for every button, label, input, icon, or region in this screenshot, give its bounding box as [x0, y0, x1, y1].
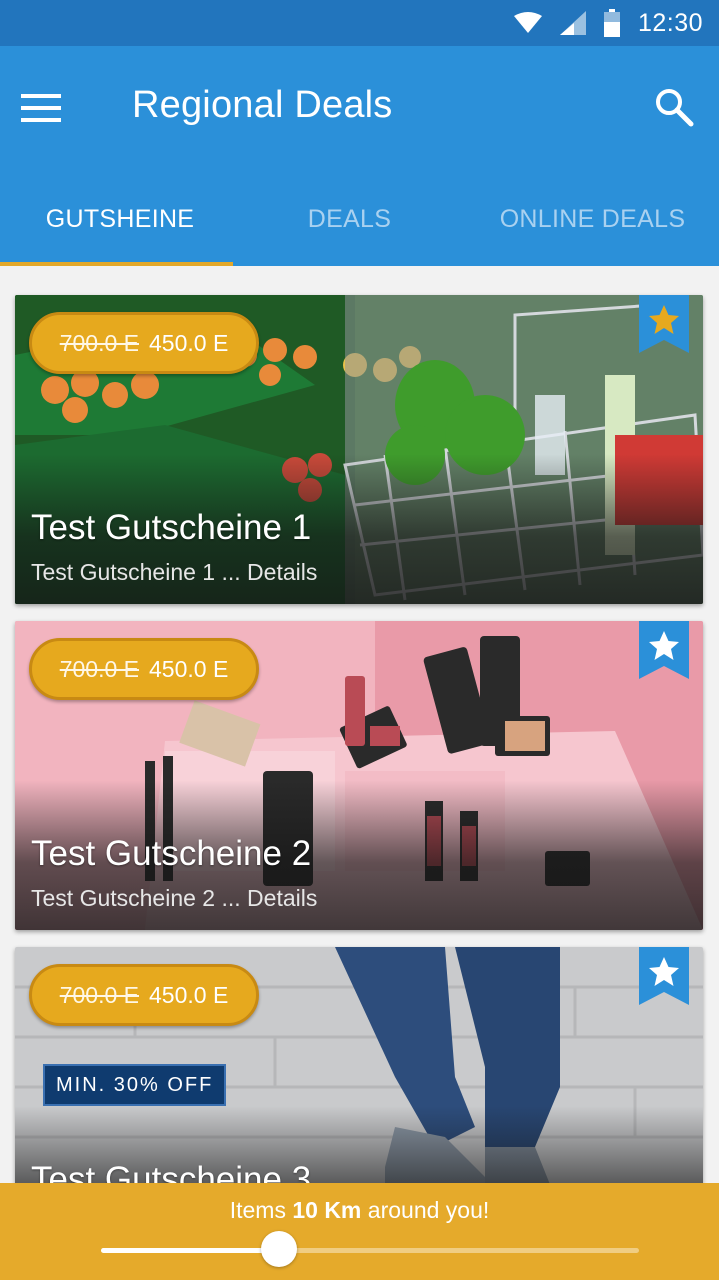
card-subtitle: Test Gutscheine 2 ... Details: [31, 885, 318, 911]
card-title: Test Gutscheine 1: [31, 508, 312, 547]
radius-bar: Items 10 Km around you!: [0, 1183, 719, 1280]
battery-icon: [603, 9, 620, 37]
radius-distance: 10 Km: [292, 1197, 362, 1223]
price-pill: 700.0 E 450.0 E: [29, 312, 259, 374]
old-price: 700.0 E: [59, 329, 139, 356]
favorite-bookmark-icon[interactable]: [639, 947, 689, 1005]
card-subtitle: Test Gutscheine 1 ... Details: [31, 559, 318, 585]
card-title: Test Gutscheine 2: [31, 834, 312, 873]
favorite-bookmark-icon[interactable]: [639, 295, 689, 353]
clock: 12:30: [637, 8, 703, 37]
radius-slider-thumb[interactable]: [260, 1231, 297, 1267]
deals-feed[interactable]: 700.0 E 450.0 E Test Gutscheine 1 Test G…: [0, 266, 719, 1280]
page-title: Regional Deals: [132, 84, 393, 126]
new-price: 450.0 E: [149, 329, 229, 356]
favorite-bookmark-icon[interactable]: [639, 621, 689, 679]
deal-card[interactable]: 700.0 E 450.0 E Test Gutscheine 1 Test G…: [15, 295, 703, 604]
radius-text-prefix: Items: [229, 1197, 293, 1223]
menu-icon[interactable]: [14, 82, 68, 134]
new-price: 450.0 E: [149, 981, 229, 1008]
status-icons: 12:30: [513, 8, 703, 38]
discount-badge: MIN. 30% OFF: [43, 1064, 227, 1106]
tab-deals[interactable]: DEALS: [233, 176, 466, 262]
status-bar: 12:30: [0, 0, 719, 46]
price-pill: 700.0 E 450.0 E: [29, 964, 259, 1026]
new-price: 450.0 E: [149, 655, 229, 682]
search-icon[interactable]: [647, 80, 701, 134]
tab-gutsheine[interactable]: GUTSHEINE: [0, 176, 240, 262]
tab-bar: GUTSHEINE DEALS ONLINE DEALS: [0, 176, 719, 266]
signal-icon: [559, 11, 586, 35]
deal-card[interactable]: 700.0 E 450.0 E Test Gutscheine 2 Test G…: [15, 621, 703, 930]
tab-online-deals[interactable]: ONLINE DEALS: [466, 176, 719, 262]
radius-slider[interactable]: [101, 1248, 639, 1253]
price-pill: 700.0 E 450.0 E: [29, 638, 259, 700]
radius-slider-fill: [101, 1248, 279, 1253]
old-price: 700.0 E: [59, 981, 139, 1008]
old-price: 700.0 E: [59, 655, 139, 682]
app-bar: Regional Deals GUTSHEINE DEALS ONLINE DE…: [0, 46, 719, 266]
radius-text-suffix: around you!: [361, 1197, 490, 1223]
radius-text: Items 10 Km around you!: [0, 1197, 719, 1224]
wifi-icon: [513, 12, 542, 33]
